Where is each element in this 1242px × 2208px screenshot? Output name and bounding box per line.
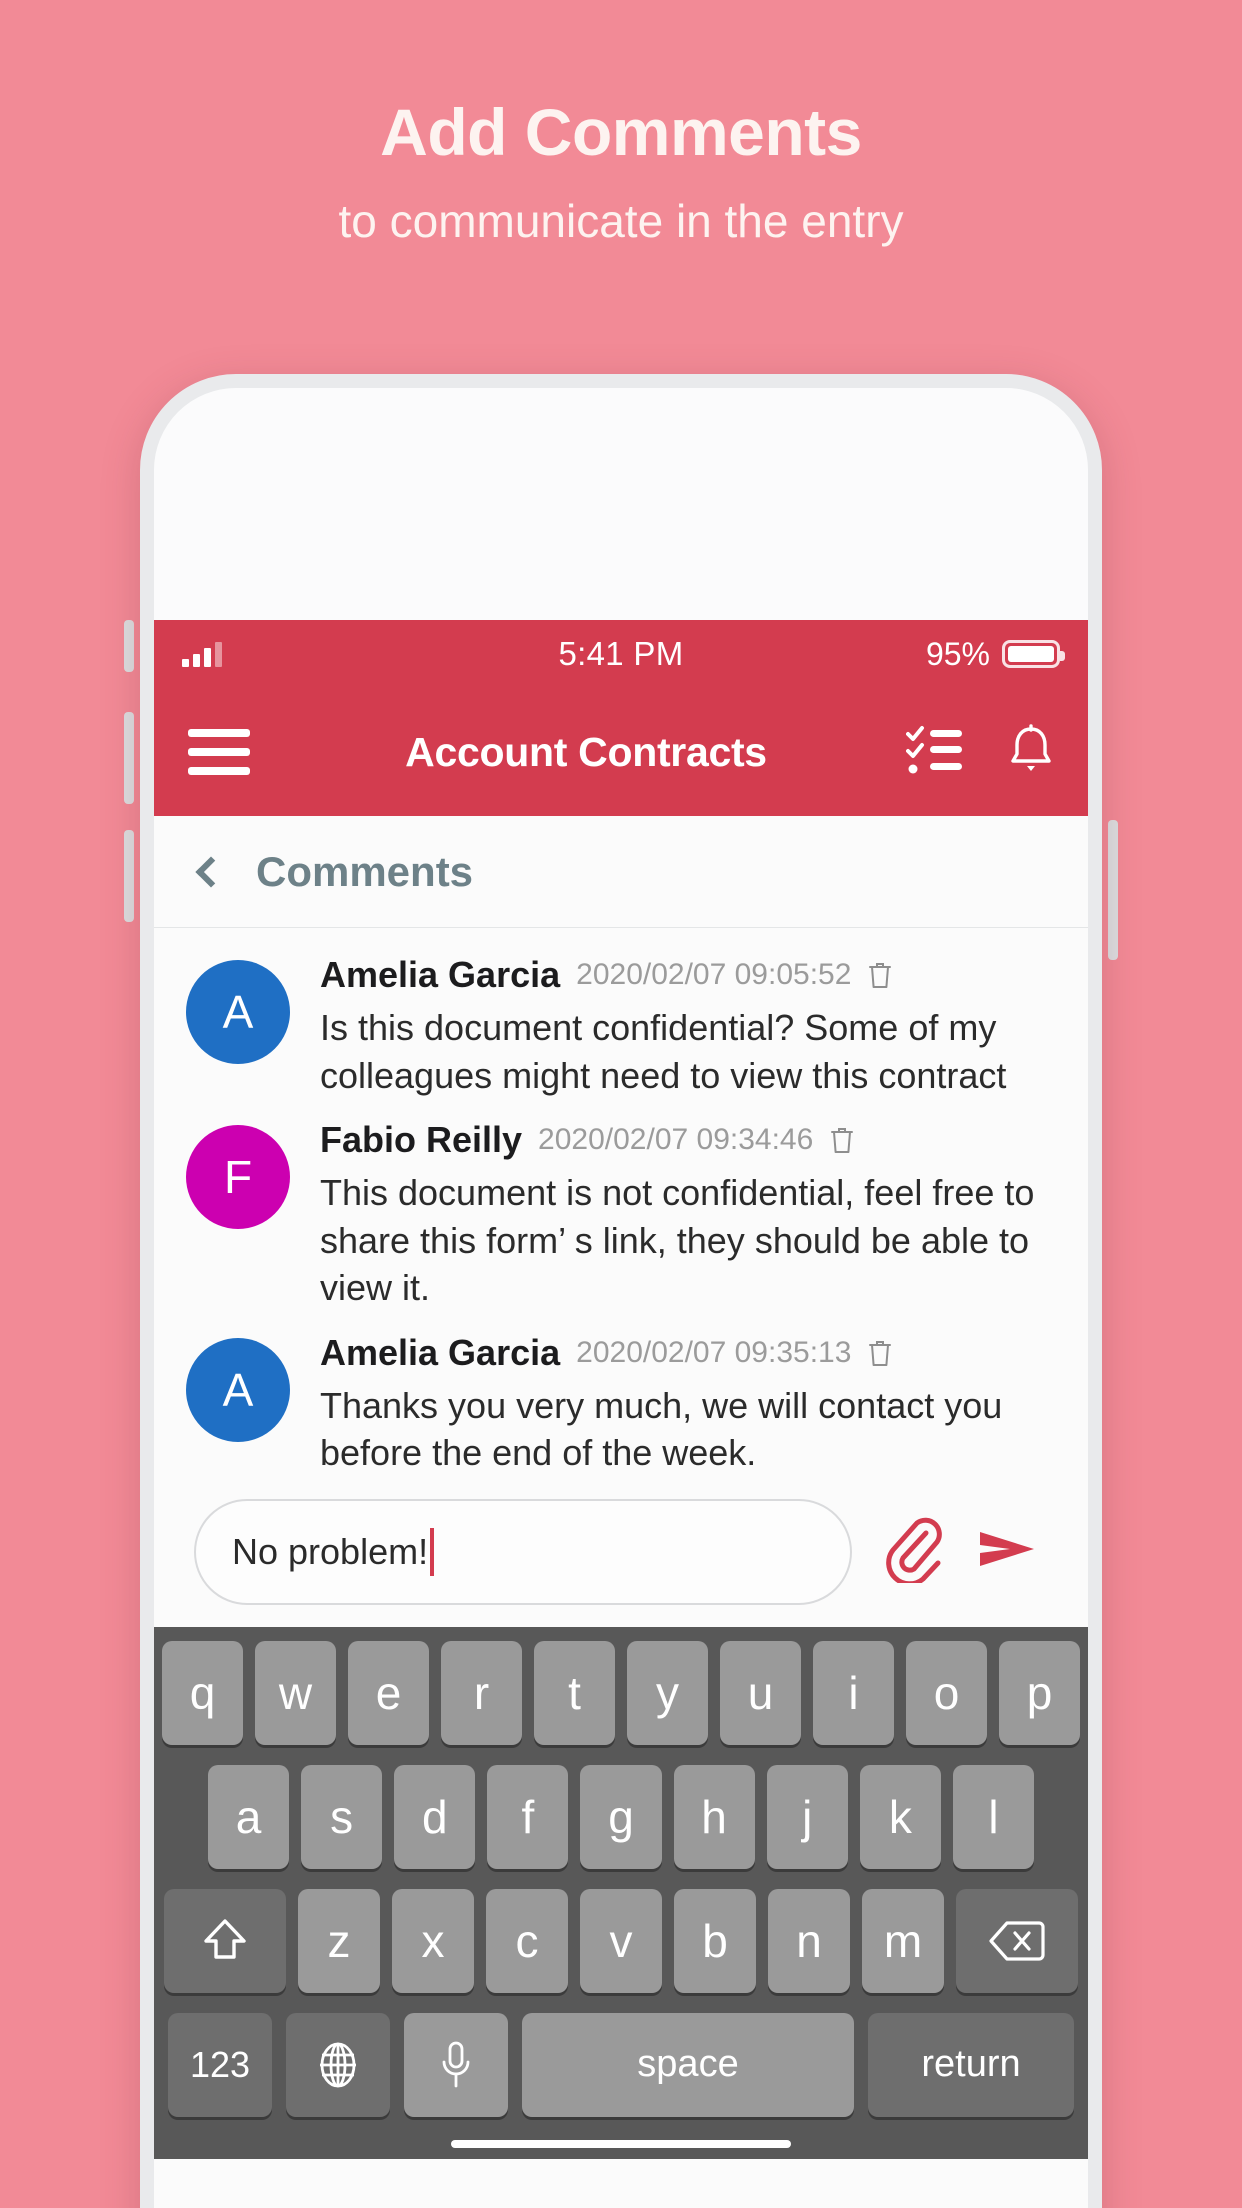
text-caret [430, 1527, 435, 1576]
backspace-key-icon[interactable] [956, 1888, 1078, 1993]
key-q[interactable]: q [162, 1640, 243, 1745]
promo-subtitle: to communicate in the entry [338, 194, 904, 247]
send-icon[interactable] [976, 1520, 1040, 1583]
battery-icon [1002, 640, 1065, 668]
keyboard-row-4: 123 space return [162, 2012, 1080, 2117]
globe-key-icon[interactable] [286, 2012, 390, 2117]
comment-author: Amelia Garcia [320, 1331, 561, 1373]
comment-text: This document is not confidential, feel … [320, 1172, 1035, 1309]
key-x[interactable]: x [392, 1888, 474, 1993]
shift-key-icon[interactable] [164, 1888, 286, 1993]
comment-meta: Fabio Reilly 2020/02/07 09:34:46 [320, 1119, 1058, 1161]
comment-input-value: No problem! [232, 1530, 429, 1572]
virtual-keyboard: q w e r t y u i o p a s d f g h j k l z … [154, 1626, 1088, 2129]
comments-subheader: Comments [154, 816, 1088, 928]
app-bar-title: Account Contracts [405, 728, 767, 775]
key-o[interactable]: o [906, 1640, 987, 1745]
comment-item: A Amelia Garcia 2020/02/07 09:35:13 Than… [154, 1318, 1088, 1483]
key-r[interactable]: r [441, 1640, 522, 1745]
comment-input[interactable]: No problem! [194, 1498, 852, 1605]
comment-body: Amelia Garcia 2020/02/07 09:35:13 Thanks… [290, 1332, 1058, 1477]
comment-timestamp: 2020/02/07 09:34:46 [538, 1123, 814, 1157]
comments-list: A Amelia Garcia 2020/02/07 09:05:52 Is t… [154, 928, 1088, 1483]
key-m[interactable]: m [862, 1888, 944, 1993]
bell-icon[interactable] [1008, 723, 1054, 781]
keyboard-row-1: q w e r t y u i o p [162, 1640, 1080, 1745]
checklist-icon[interactable] [906, 724, 964, 781]
key-h[interactable]: h [673, 1764, 755, 1869]
comment-meta: Amelia Garcia 2020/02/07 09:35:13 [320, 1332, 1058, 1374]
app-bar-actions [906, 723, 1054, 781]
key-s[interactable]: s [301, 1764, 383, 1869]
key-n[interactable]: n [768, 1888, 850, 1993]
comment-timestamp: 2020/02/07 09:35:13 [576, 1335, 852, 1369]
promo-title: Add Comments [380, 95, 862, 169]
composer-actions [852, 1515, 1058, 1588]
phone-mockup: 5:41 PM 95% Account Contracts Comments A… [140, 374, 1102, 2208]
microphone-key-icon[interactable] [404, 2012, 508, 2117]
comment-body: Amelia Garcia 2020/02/07 09:05:52 Is thi… [290, 954, 1058, 1099]
avatar: A [186, 960, 290, 1064]
key-a[interactable]: a [208, 1764, 290, 1869]
keyboard-row-3: z x c v b n m [162, 1888, 1080, 1993]
key-w[interactable]: w [255, 1640, 336, 1745]
comment-meta: Amelia Garcia 2020/02/07 09:05:52 [320, 954, 1058, 996]
battery-percent-label: 95% [925, 635, 990, 672]
avatar: A [186, 1337, 290, 1442]
numbers-key[interactable]: 123 [168, 2012, 272, 2117]
status-bar: 5:41 PM 95% [154, 620, 1088, 688]
phone-volume-up-button [124, 712, 134, 804]
app-bar: Account Contracts [154, 688, 1088, 816]
key-l[interactable]: l [952, 1764, 1034, 1869]
key-p[interactable]: p [999, 1640, 1080, 1745]
comment-text: Thanks you very much, we will contact yo… [320, 1384, 1003, 1474]
key-c[interactable]: c [486, 1888, 568, 1993]
avatar: F [186, 1125, 290, 1230]
trash-icon[interactable] [829, 1125, 855, 1155]
hamburger-menu-icon[interactable] [188, 718, 250, 786]
comment-timestamp: 2020/02/07 09:05:52 [576, 958, 852, 991]
key-u[interactable]: u [720, 1640, 801, 1745]
key-t[interactable]: t [534, 1640, 615, 1745]
key-e[interactable]: e [348, 1640, 429, 1745]
phone-volume-down-button [124, 830, 134, 922]
comment-item: F Fabio Reilly 2020/02/07 09:34:46 This … [154, 1105, 1088, 1318]
subheader-title: Comments [256, 847, 474, 895]
key-k[interactable]: k [859, 1764, 941, 1869]
battery-status: 95% [925, 635, 1065, 673]
comment-author: Amelia Garcia [320, 954, 561, 995]
key-d[interactable]: d [394, 1764, 476, 1869]
comment-body: Fabio Reilly 2020/02/07 09:34:46 This do… [290, 1119, 1058, 1312]
return-key[interactable]: return [868, 2012, 1074, 2117]
comment-item: A Amelia Garcia 2020/02/07 09:05:52 Is t… [154, 940, 1088, 1105]
comment-text: Is this document confidential? Some of m… [320, 1007, 1007, 1096]
phone-power-button [1108, 820, 1118, 960]
key-f[interactable]: f [487, 1764, 569, 1869]
key-b[interactable]: b [674, 1888, 756, 1993]
comment-composer: No problem! [154, 1482, 1088, 1627]
phone-screen: 5:41 PM 95% Account Contracts Comments A… [154, 620, 1088, 2208]
key-i[interactable]: i [813, 1640, 894, 1745]
promo-banner: Add Comments to communicate in the entry [0, 0, 1242, 247]
phone-bezel: 5:41 PM 95% Account Contracts Comments A… [154, 388, 1088, 2208]
keyboard-row-2: a s d f g h j k l [162, 1764, 1080, 1869]
trash-icon[interactable] [867, 1338, 893, 1368]
comment-author: Fabio Reilly [320, 1119, 523, 1161]
key-g[interactable]: g [580, 1764, 662, 1869]
home-indicator [154, 2128, 1088, 2159]
paperclip-icon[interactable] [882, 1515, 942, 1588]
chevron-left-icon[interactable] [195, 855, 227, 888]
key-v[interactable]: v [580, 1888, 662, 1993]
key-z[interactable]: z [298, 1888, 380, 1993]
trash-icon[interactable] [867, 960, 893, 990]
space-key[interactable]: space [522, 2012, 854, 2117]
phone-silent-switch [124, 620, 134, 672]
key-y[interactable]: y [627, 1640, 708, 1745]
key-j[interactable]: j [766, 1764, 848, 1869]
